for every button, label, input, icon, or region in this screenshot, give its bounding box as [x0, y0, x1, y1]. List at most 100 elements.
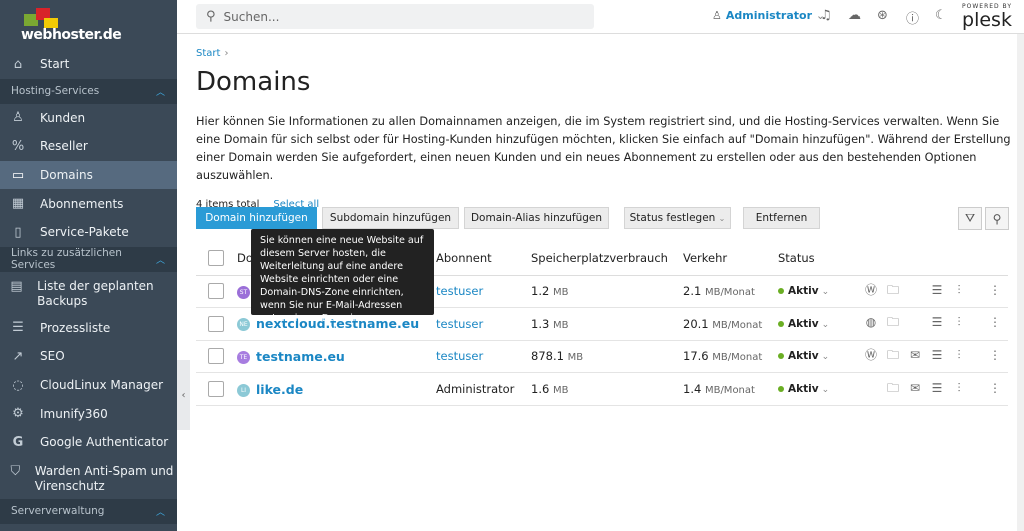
chevron-down-icon: ⌄ — [821, 385, 830, 396]
settings-sliders-icon[interactable]: ⫶ — [948, 348, 970, 363]
storage-cell: 1.2 MB — [531, 275, 683, 309]
chevron-down-icon: ⌄ — [718, 213, 726, 223]
status-dropdown[interactable]: Aktiv ⌄ — [778, 275, 860, 309]
database-icon[interactable]: ☰ — [926, 283, 948, 297]
subscriber-cell: testuser — [436, 275, 531, 309]
sidebar-item-abonnements[interactable]: ▦ Abonnements — [0, 189, 177, 218]
section-hosting-services[interactable]: Hosting-Services ︿ — [0, 78, 177, 104]
more-menu-icon[interactable]: ⋮ — [984, 348, 1006, 362]
moon-icon[interactable]: ☾ — [935, 8, 947, 23]
chevron-down-icon: ⌄ — [821, 287, 830, 298]
sidebar-item-google-authenticator[interactable]: G Google Authenticator — [0, 428, 177, 457]
help-icon[interactable]: ⓘ — [906, 8, 919, 27]
row-checkbox[interactable] — [208, 315, 224, 332]
mail-icon[interactable]: ✉ — [904, 348, 926, 362]
storage-unit: MB — [552, 385, 569, 397]
set-status-button[interactable]: Status festlegen ⌄ — [624, 207, 731, 229]
breadcrumb-start[interactable]: Start — [196, 48, 220, 59]
checkbox-cell — [196, 307, 237, 341]
section-links-services[interactable]: Links zu zusätzlichen Services ︿ — [0, 246, 177, 272]
sidebar-item-cloudlinux[interactable]: ◌ CloudLinux Manager — [0, 371, 177, 400]
label: Status festlegen — [629, 212, 716, 224]
settings-sliders-icon[interactable]: ⫶ — [948, 315, 970, 330]
folder-icon[interactable]: 🗀 — [882, 379, 904, 400]
settings-sliders-icon[interactable]: ⫶ — [948, 283, 970, 298]
label: Service-Pakete — [40, 225, 129, 240]
sidebar-item-imunify360[interactable]: ⚙ Imunify360 — [0, 399, 177, 428]
remove-button[interactable]: Entfernen — [743, 207, 820, 229]
label: Domains — [40, 168, 93, 183]
database-icon[interactable]: ☰ — [926, 315, 948, 329]
sidebar-item-prozessliste[interactable]: ☰ Prozessliste — [0, 314, 177, 343]
folder-icon[interactable]: 🗀 — [882, 346, 904, 367]
subscriber-link[interactable]: testuser — [436, 284, 483, 298]
select-all-checkbox[interactable] — [208, 249, 224, 266]
section-serververwaltung[interactable]: Serververwaltung ︿ — [0, 498, 177, 524]
filter-icon[interactable]: ⛛ — [958, 207, 982, 230]
storage-value: 878.1 — [531, 349, 564, 364]
subscriber-link[interactable]: testuser — [436, 349, 483, 363]
monitor-icon: ▭ — [11, 167, 25, 183]
subscriber-link[interactable]: testuser — [436, 317, 483, 331]
notification-icon[interactable]: ♫ — [820, 8, 832, 23]
domain-link[interactable]: like.de — [256, 382, 303, 397]
cloud-icon[interactable]: ☁ — [848, 8, 861, 23]
status-text: Aktiv — [788, 285, 819, 298]
sidebar-item-start[interactable]: ⌂ Start — [0, 50, 177, 79]
folder-icon[interactable]: 🗀 — [882, 281, 904, 302]
database-icon[interactable]: ☰ — [926, 381, 948, 395]
settings-sliders-icon[interactable]: ⫶ — [948, 381, 970, 396]
sidebar-item-backups[interactable]: ▤ Liste der geplanten Backups — [0, 272, 177, 314]
sidebar-item-reseller[interactable]: % Reseller — [0, 132, 177, 161]
add-subdomain-button[interactable]: Subdomain hinzufügen — [322, 207, 459, 229]
add-domain-tooltip: Sie können eine neue Website auf diesem … — [251, 229, 434, 337]
sidebar-item-warden[interactable]: ⛉ Warden Anti-Spam und Virenschutz — [0, 457, 177, 499]
column-status[interactable]: Status — [778, 241, 860, 276]
storage-cell: 1.3 MB — [531, 307, 683, 341]
domain-link[interactable]: testname.eu — [256, 349, 345, 364]
database-icon[interactable]: ☰ — [926, 348, 948, 362]
scrollbar[interactable] — [1017, 34, 1024, 531]
more-menu-icon[interactable]: ⋮ — [984, 381, 1006, 395]
add-alias-button[interactable]: Domain-Alias hinzufügen — [464, 207, 609, 229]
more-menu-icon[interactable]: ⋮ — [984, 283, 1006, 297]
column-traffic[interactable]: Verkehr — [683, 241, 778, 276]
label: Imunify360 — [40, 406, 108, 421]
backup-icon: ▤ — [10, 278, 23, 294]
checkbox-cell — [196, 340, 237, 374]
sidebar-item-seo[interactable]: ↗ SEO — [0, 342, 177, 371]
wordpress-icon[interactable]: Ⓦ — [860, 281, 882, 298]
extension-icon[interactable]: ⊛ — [877, 8, 888, 23]
actions-cell: Ⓦ 🗀 ☰ ⫶ ⋮ — [860, 275, 1008, 309]
table-row: TE testname.eu testuser 878.1 MB 17.6 MB/… — [196, 340, 1008, 374]
nextcloud-icon[interactable]: ◍ — [860, 315, 882, 329]
row-checkbox[interactable] — [208, 283, 224, 300]
wordpress-icon[interactable]: Ⓦ — [860, 346, 882, 363]
row-checkbox[interactable] — [208, 348, 224, 365]
sidebar-item-kunden[interactable]: ♙ Kunden — [0, 104, 177, 133]
label: Warden Anti-Spam und Virenschutz — [34, 463, 174, 493]
traffic-unit: MB/Monat — [712, 352, 763, 364]
webhoster-logo[interactable]: webhoster.de — [0, 0, 177, 50]
page-title: Domains — [196, 67, 311, 97]
section-title: Hosting-Services — [11, 85, 100, 98]
row-checkbox[interactable] — [208, 381, 224, 398]
column-subscriber[interactable]: Abonnent — [436, 241, 531, 276]
storage-cell: 1.6 MB — [531, 372, 683, 406]
sidebar-item-service-pakete[interactable]: ▯ Service-Pakete — [0, 218, 177, 247]
traffic-value: 2.1 — [683, 284, 702, 299]
status-dot-icon — [778, 320, 784, 327]
search-input[interactable]: ⚲ Suchen... — [196, 4, 594, 29]
sidebar-collapse-handle[interactable]: ‹ — [177, 360, 190, 430]
mail-icon[interactable]: ✉ — [904, 381, 926, 395]
user-menu[interactable]: ♙ Administrator ⌄ — [712, 9, 825, 22]
status-dropdown[interactable]: Aktiv ⌄ — [778, 372, 860, 406]
sidebar-item-domains[interactable]: ▭ Domains — [0, 160, 177, 190]
status-dropdown[interactable]: Aktiv ⌄ — [778, 340, 860, 374]
folder-icon[interactable]: 🗀 — [882, 313, 904, 334]
add-domain-button[interactable]: Domain hinzufügen — [196, 207, 317, 229]
column-storage[interactable]: Speicherplatzverbrauch — [531, 241, 683, 276]
more-menu-icon[interactable]: ⋮ — [984, 315, 1006, 329]
status-dropdown[interactable]: Aktiv ⌄ — [778, 307, 860, 341]
search-icon[interactable]: ⚲ — [985, 207, 1009, 230]
